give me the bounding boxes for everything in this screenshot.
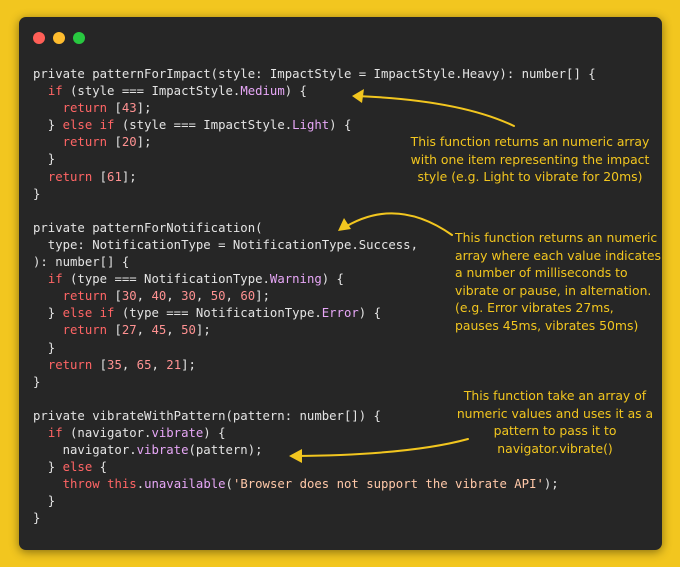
arrow-impact [355, 95, 515, 127]
annotation-arrows [289, 89, 515, 463]
arrowhead-vibrate [289, 449, 302, 463]
arrowhead-impact [352, 89, 364, 103]
arrow-vibrate [293, 438, 469, 457]
arrow-notification [341, 212, 453, 236]
